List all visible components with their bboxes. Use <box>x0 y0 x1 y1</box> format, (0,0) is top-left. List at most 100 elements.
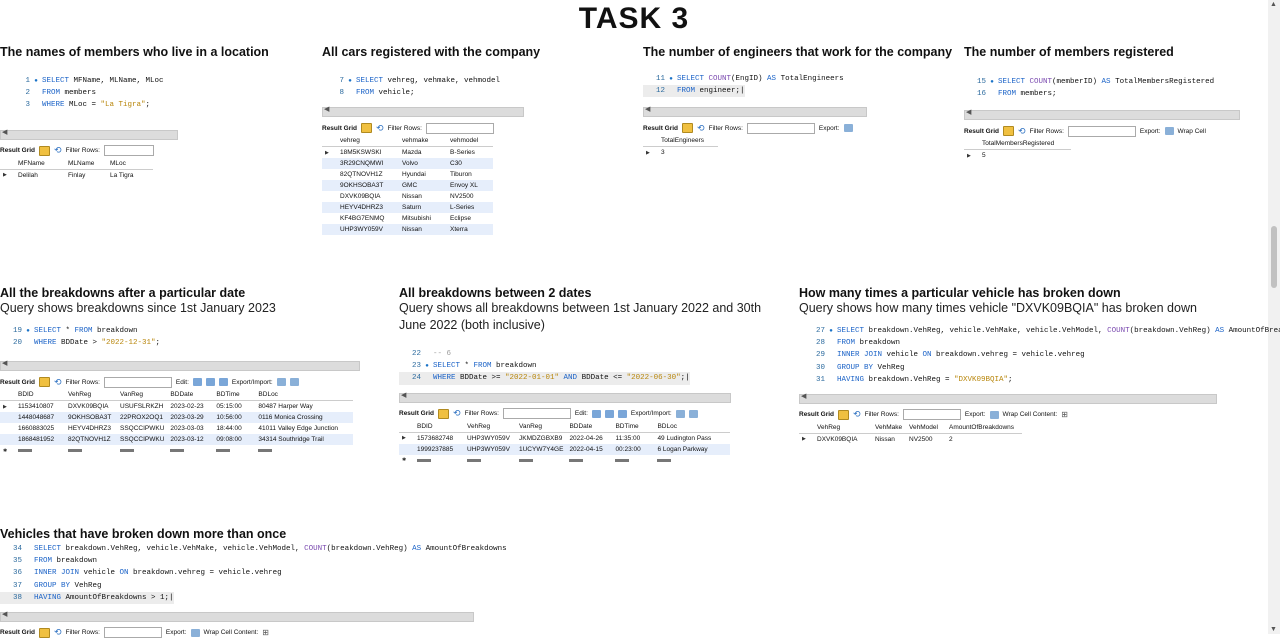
grid-icon[interactable] <box>438 408 450 419</box>
editor-hscrollbar[interactable]: ◀ <box>964 109 1240 121</box>
table-cell[interactable]: SSQCCIPWKU <box>117 434 168 446</box>
table-cell[interactable]: 80487 Harper Way <box>255 401 353 413</box>
table-row[interactable]: UHP3WY059V Nissan Xterra <box>322 224 493 236</box>
table-cell[interactable]: 1868481952 <box>15 434 65 446</box>
filter-rows-input[interactable] <box>425 122 494 134</box>
filter-rows-input[interactable] <box>103 145 154 157</box>
table-cell[interactable]: 09:08:00 <box>213 434 256 446</box>
grid-icon[interactable] <box>838 409 850 420</box>
table-row[interactable]: KF4BG7ENMQ Mitsubishi Eclipse <box>322 213 493 224</box>
code-line[interactable]: 28 FROM breakdown <box>803 337 1268 349</box>
code-line[interactable]: 7 ● SELECT vehreg, vehmake, vehmodel <box>322 75 632 87</box>
sql-editor[interactable]: 34 SELECT breakdown.VehReg, vehicle.VehM… <box>0 543 507 604</box>
code-line[interactable]: 11 ● SELECT COUNT(EngID) AS TotalEngineers <box>643 73 953 85</box>
table-cell[interactable]: UHP3WY059V <box>464 432 516 444</box>
table-row[interactable]: 1448048687 9OKHSOBA3T 22PROX2OQ1 2023-03-29… <box>0 412 354 424</box>
table-cell[interactable]: SSQCCIPWKU <box>117 423 167 434</box>
table-row[interactable]: HEYV4DHRZ3 Saturn L-Series <box>322 202 493 214</box>
column-header-vehmodel[interactable]: VehModel <box>906 421 946 434</box>
table-cell[interactable]: 0116 Monica Crossing <box>255 412 354 424</box>
sql-editor[interactable]: 15 ● SELECT COUNT(memberID) AS TotalMember… <box>964 76 1264 100</box>
table-row[interactable]: ▶ 1573682748 UHP3WY059V JKMDZGBXB9 2022-04-2… <box>399 432 730 444</box>
table-cell[interactable]: Xterra <box>447 224 493 236</box>
table-cell[interactable]: 9OKHSOBA3T <box>65 412 117 424</box>
table-cell[interactable]: Eclipse <box>447 213 493 224</box>
table-cell[interactable]: 34314 Southridge Trail <box>255 434 354 446</box>
edit-icon[interactable] <box>192 378 202 387</box>
table-cell[interactable]: JKMDZGBXB9 <box>516 432 566 444</box>
code-line[interactable]: 15 ● SELECT COUNT(memberID) AS TotalMember… <box>964 76 1264 88</box>
import-icon[interactable] <box>688 409 698 418</box>
table-row[interactable]: 1868481952 82QTNOVH1Z SSQCCIPWKU 2023-03-12… <box>0 434 354 446</box>
scroll-left-icon[interactable]: ◀ <box>2 359 7 367</box>
column-header-bddate[interactable]: BDDate <box>566 420 613 433</box>
column-header-bdtime[interactable]: BDTime <box>213 389 256 402</box>
table-cell[interactable]: 2 <box>946 433 1022 445</box>
column-header-vehreg[interactable]: VehReg <box>814 421 872 434</box>
table-cell[interactable]: 2023-03-29 <box>167 412 214 424</box>
export-icon[interactable] <box>989 410 999 419</box>
column-header-vehreg[interactable]: vehreg <box>337 135 399 148</box>
code-line[interactable]: 24 WHERE BDDate >= "2022-01-01" AND BDDa… <box>399 372 690 385</box>
add-row-icon[interactable] <box>205 378 215 387</box>
table-cell[interactable]: 3 <box>658 147 718 159</box>
filter-rows-input[interactable] <box>103 376 172 388</box>
scroll-left-icon[interactable]: ◀ <box>801 392 806 400</box>
column-header-vanreg[interactable]: VanReg <box>516 420 567 433</box>
grid-icon[interactable] <box>361 123 373 134</box>
editor-hscrollbar[interactable]: ◀ <box>0 359 360 372</box>
scroll-left-icon[interactable]: ◀ <box>2 128 7 136</box>
refresh-icon[interactable]: ⟲ <box>453 408 461 419</box>
code-line[interactable]: 34 SELECT breakdown.VehReg, vehicle.VehM… <box>0 543 507 555</box>
table-cell[interactable]: 05:15:00 <box>213 401 255 413</box>
column-header-vehreg[interactable]: VehReg <box>464 420 516 433</box>
table-cell[interactable]: 5 <box>979 150 1071 162</box>
editor-hscrollbar[interactable]: ◀ <box>0 610 474 622</box>
table-cell[interactable]: 41011 Valley Edge Junction <box>255 423 353 434</box>
table-cell[interactable]: Mitsubishi <box>399 213 447 224</box>
table-cell[interactable]: B-Series <box>447 147 493 159</box>
table-row[interactable]: ▶ 1153410807 DXVK09BQIA USUFSLRKZH 2023-02-2… <box>0 401 353 413</box>
toolbar-label[interactable]: Result Grid <box>322 125 357 132</box>
table-cell[interactable]: HEYV4DHRZ3 <box>65 423 117 434</box>
code-line[interactable]: 27 ● SELECT breakdown.VehReg, vehicle.VehM… <box>803 325 1280 337</box>
filter-rows-input[interactable] <box>103 627 162 639</box>
table-row[interactable]: 1999237885 UHP3WY059V 1UCYW7Y4GE 2022-04-15… <box>399 443 731 455</box>
table-cell[interactable]: 1448048687 <box>15 412 65 424</box>
column-header-bdtime[interactable]: BDTime <box>612 420 655 433</box>
code-line[interactable]: 12 FROM engineer;| <box>643 85 745 98</box>
table-cell[interactable]: 1153410807 <box>15 401 65 413</box>
code-line[interactable]: 38 HAVING AmountOfBreakdowns > 1;| <box>0 591 174 604</box>
code-line[interactable]: 30 GROUP BY VehReg <box>803 362 1268 374</box>
result-grid[interactable]: MFName MLName MLoc ▶ Delilah Finlay La Tigra <box>0 157 153 181</box>
export-import-icon[interactable] <box>675 409 685 418</box>
wrap-cell-icon[interactable]: ⊞ <box>1061 410 1068 419</box>
table-cell[interactable]: DXVK09BQIA <box>814 433 872 445</box>
table-row[interactable]: DXVK09BQIA Nissan NV2500 <box>322 191 493 202</box>
column-header-vehreg[interactable]: VehReg <box>65 389 117 402</box>
table-cell[interactable]: C30 <box>447 158 493 170</box>
table-cell[interactable]: Delilah <box>15 169 65 181</box>
result-grid[interactable]: vehreg vehmake vehmodel ▶ 18M5KSWSKI Mazda B-S… <box>322 135 493 236</box>
table-row[interactable]: ▶ 3 <box>643 147 718 159</box>
grid-icon[interactable] <box>682 123 694 134</box>
table-cell[interactable]: Finlay <box>65 169 107 181</box>
table-cell[interactable]: 11:35:00 <box>612 432 654 444</box>
export-icon[interactable] <box>190 628 200 637</box>
column-header-mloc[interactable]: MLoc <box>107 157 153 170</box>
table-cell[interactable]: 1660883025 <box>15 423 65 434</box>
code-line[interactable]: 31 HAVING breakdown.VehReg = "DXVK09BQIA… <box>803 374 1268 386</box>
toolbar-label[interactable]: Result Grid <box>399 410 434 417</box>
table-row[interactable]: ▶ 5 <box>964 150 1071 162</box>
scroll-left-icon[interactable]: ◀ <box>2 610 7 618</box>
table-cell[interactable]: 22PROX2OQ1 <box>117 412 168 424</box>
table-cell[interactable]: 1573682748 <box>414 432 464 444</box>
table-cell[interactable]: Hyundai <box>399 169 447 180</box>
grid-icon[interactable] <box>39 377 51 388</box>
scroll-down-icon[interactable]: ▼ <box>1270 626 1277 633</box>
table-cell[interactable]: 2023-02-23 <box>167 401 213 413</box>
toolbar-label[interactable]: Result Grid <box>0 147 35 154</box>
table-cell[interactable]: Mazda <box>399 147 447 159</box>
edit-icon[interactable] <box>591 409 601 418</box>
grid-icon[interactable] <box>1003 126 1015 137</box>
